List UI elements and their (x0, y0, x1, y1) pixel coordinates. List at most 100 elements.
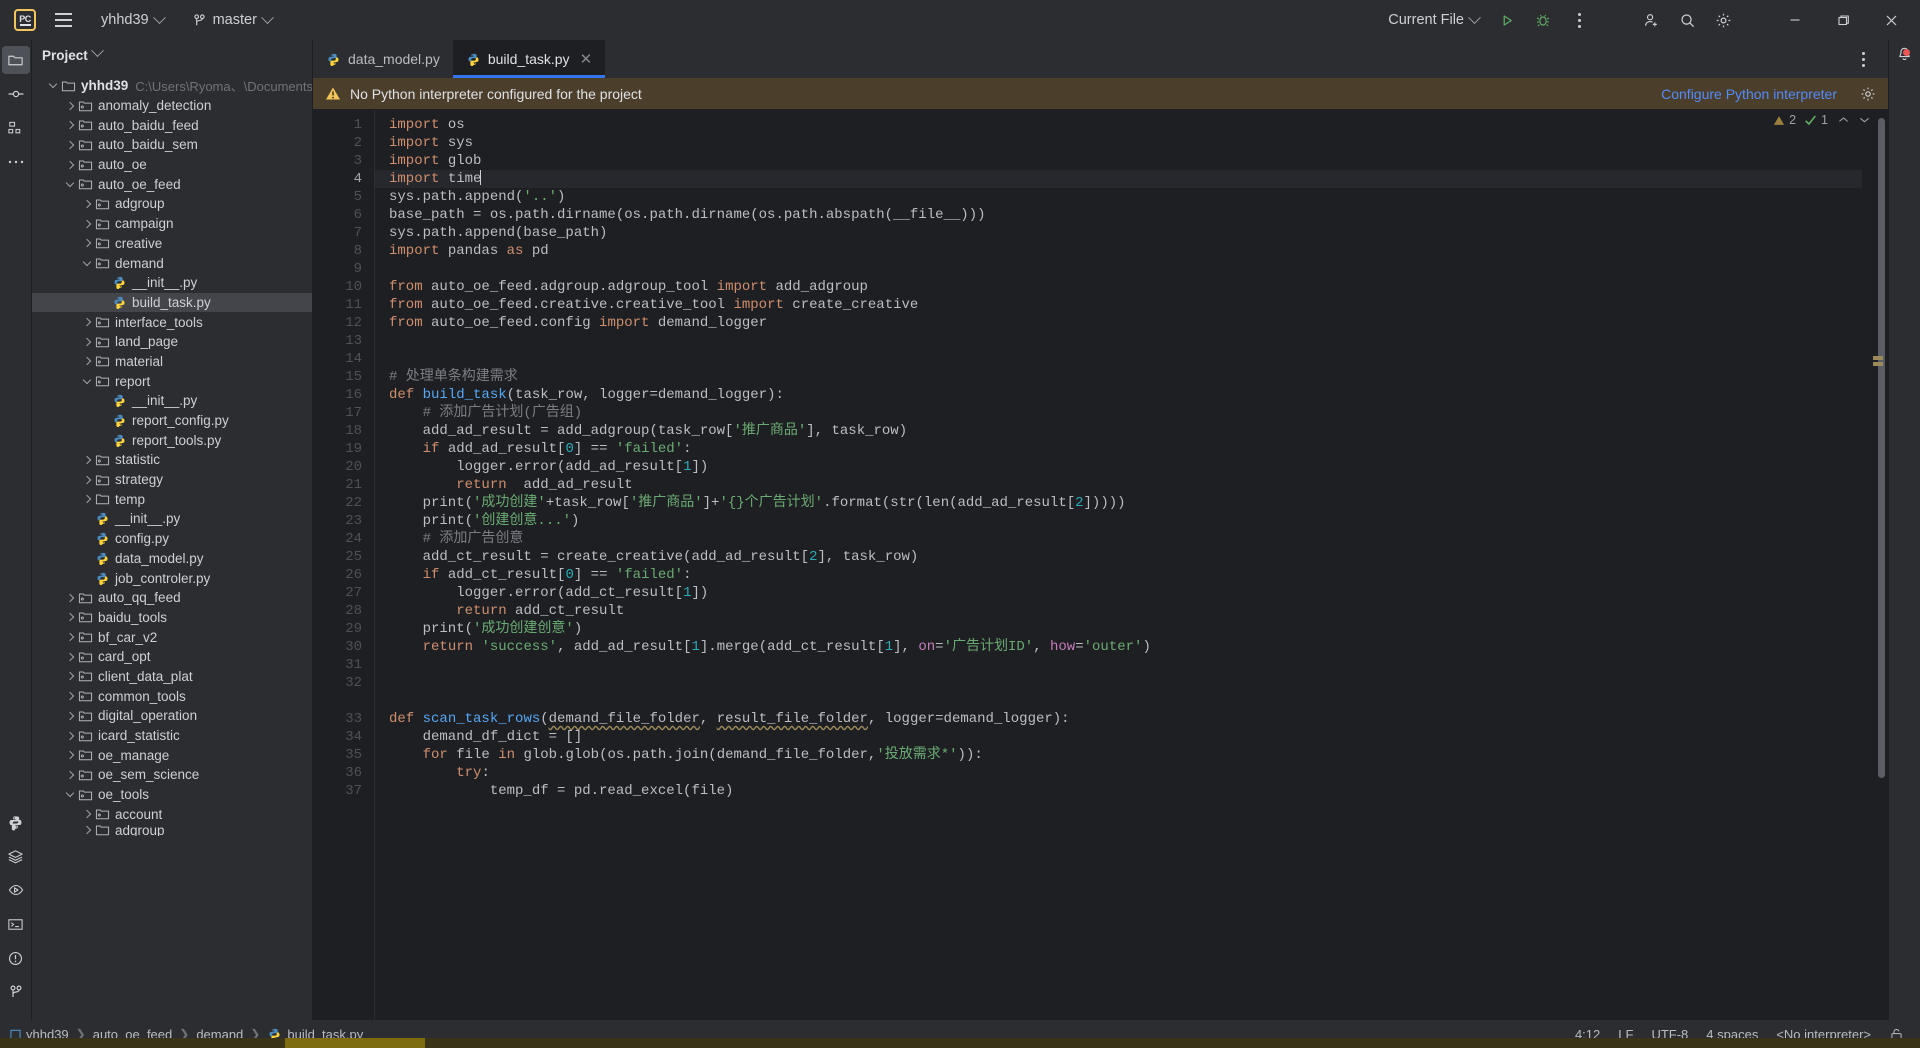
debug-button[interactable] (1526, 5, 1560, 35)
chevron-right-icon[interactable] (63, 750, 77, 760)
code-line[interactable]: print('成功创建'+task_row['推广商品']+'{}个广告计划'.… (375, 494, 1888, 512)
minimize-button[interactable] (1772, 0, 1818, 40)
line-number[interactable]: 24 (313, 530, 375, 548)
chevron-right-icon[interactable] (80, 495, 94, 504)
tree-item-interface_tools[interactable]: interface_tools (32, 312, 312, 332)
tree-item-digital_operation[interactable]: digital_operation (32, 706, 312, 726)
code-line[interactable]: print('创建创意...') (375, 512, 1888, 530)
code-line[interactable]: base_path = os.path.dirname(os.path.dirn… (375, 206, 1888, 224)
configure-interpreter-link[interactable]: Configure Python interpreter (1661, 86, 1837, 102)
chevron-down-icon[interactable] (63, 788, 77, 798)
run-button[interactable] (1490, 5, 1524, 35)
hamburger-menu-icon[interactable] (46, 3, 80, 37)
tree-item-__init__py[interactable]: __init__.py (32, 391, 312, 411)
close-tab-icon[interactable]: ✕ (580, 52, 593, 67)
code-line[interactable]: import time (375, 170, 1888, 188)
add-user-button[interactable] (1634, 5, 1668, 35)
tool-window-python-packages[interactable] (2, 808, 30, 836)
chevron-right-icon[interactable] (63, 691, 77, 701)
tree-item-build_taskpy[interactable]: build_task.py (32, 292, 312, 313)
code-line[interactable]: if add_ct_result[0] == 'failed': (375, 566, 1888, 584)
line-number[interactable]: 36 (313, 764, 375, 782)
inspection-marker[interactable] (1873, 356, 1883, 360)
chevron-right-icon[interactable] (80, 199, 94, 209)
line-number[interactable]: 15 (313, 368, 375, 386)
chevron-right-icon[interactable] (63, 613, 77, 622)
tree-item-icard_statistic[interactable]: icard_statistic (32, 726, 312, 746)
code-line[interactable]: print('成功创建创意') (375, 620, 1888, 638)
project-selector[interactable]: yhhd39 (92, 7, 173, 33)
tree-item-temp[interactable]: temp (32, 489, 312, 509)
code-line[interactable]: # 添加广告创意 (375, 530, 1888, 548)
editor-options-button[interactable] (1846, 44, 1880, 74)
code-line[interactable]: for file in glob.glob(os.path.join(deman… (375, 746, 1888, 764)
code-line[interactable]: demand_df_dict = [] (375, 728, 1888, 746)
line-number[interactable]: 17 (313, 404, 375, 422)
line-number[interactable]: 33 (313, 710, 375, 728)
line-number-gutter[interactable]: 1 2 3 4 5 6 7 8 9 10 11 12 13 14 15 16 17 18 19 20 21 22 23 24 2… (313, 110, 375, 1020)
tree-item-oe_manage[interactable]: oe_manage (32, 745, 312, 765)
tree-item-creative[interactable]: creative (32, 234, 312, 254)
line-number[interactable]: 23 (313, 512, 375, 530)
line-number[interactable]: 2 (313, 134, 375, 152)
chevron-right-icon[interactable] (80, 810, 94, 819)
chevron-right-icon[interactable] (63, 120, 77, 130)
line-number[interactable]: 1 (313, 116, 375, 134)
tree-item-common_tools[interactable]: common_tools (32, 686, 312, 706)
code-line[interactable]: import os (375, 116, 1888, 134)
line-number[interactable]: 20 (313, 458, 375, 476)
tool-window-structure[interactable] (2, 114, 30, 142)
code-line[interactable]: logger.error(add_ct_result[1]) (375, 584, 1888, 602)
project-tree[interactable]: yhhd39 C:\Users\Ryoma、\Documents\pyt anoma… (32, 70, 312, 1020)
chevron-right-icon[interactable] (80, 825, 94, 835)
code-line[interactable]: temp_df = pd.read_excel(file) (375, 782, 1888, 800)
chevron-right-icon[interactable] (63, 770, 77, 780)
branch-selector[interactable]: master (183, 7, 281, 33)
chevron-down-icon[interactable] (63, 178, 77, 188)
line-number[interactable]: 22 (313, 494, 375, 512)
chevron-right-icon[interactable] (80, 239, 94, 248)
chevron-right-icon[interactable] (80, 455, 94, 465)
line-number[interactable]: 18 (313, 422, 375, 440)
tree-item-material[interactable]: material (32, 352, 312, 372)
tree-item-configpy[interactable]: config.py (32, 529, 312, 549)
chevron-right-icon[interactable] (63, 652, 77, 662)
code-line[interactable]: return 'success', add_ad_result[1].merge… (375, 638, 1888, 656)
line-number[interactable]: 31 (313, 656, 375, 674)
inspection-prev-button[interactable] (1838, 116, 1849, 124)
tool-window-database[interactable] (2, 842, 30, 870)
code-line[interactable]: def scan_task_rows(demand_file_folder, r… (375, 710, 1888, 728)
chevron-down-icon[interactable] (80, 257, 94, 266)
code-editor[interactable]: 1 2 3 4 5 6 7 8 9 10 11 12 13 14 15 16 17 18 19 20 21 22 23 24 2… (313, 110, 1888, 1020)
code-line[interactable] (375, 656, 1888, 674)
code-line[interactable]: from auto_oe_feed.adgroup.adgroup_tool i… (375, 278, 1888, 296)
line-number[interactable]: 27 (313, 584, 375, 602)
tree-item-auto_baidu_sem[interactable]: auto_baidu_sem (32, 135, 312, 155)
chevron-right-icon[interactable] (63, 632, 77, 642)
chevron-right-icon[interactable] (80, 317, 94, 327)
chevron-right-icon[interactable] (80, 357, 94, 366)
inspection-next-button[interactable] (1859, 116, 1870, 124)
code-line[interactable]: sys.path.append(base_path) (375, 224, 1888, 242)
project-panel-header[interactable]: Project (32, 40, 312, 70)
tree-item-client_data_plat[interactable]: client_data_plat (32, 667, 312, 687)
code-line[interactable] (375, 332, 1888, 350)
inspection-scrollbar[interactable] (1862, 110, 1888, 1020)
tree-item-adgroup[interactable]: adgroup (32, 824, 312, 836)
tool-window-git[interactable] (2, 978, 30, 1006)
tree-item-report_toolspy[interactable]: report_tools.py (32, 430, 312, 450)
code-line[interactable]: return add_ad_result (375, 476, 1888, 494)
line-number[interactable]: 11 (313, 296, 375, 314)
code-line[interactable]: add_ad_result = add_adgroup(task_row['推广… (375, 422, 1888, 440)
run-configuration-selector[interactable]: Current File (1379, 7, 1488, 33)
line-number[interactable]: 9 (313, 260, 375, 278)
line-number[interactable]: 26 (313, 566, 375, 584)
tool-window-terminal[interactable] (2, 910, 30, 938)
tree-item-statistic[interactable]: statistic (32, 450, 312, 470)
code-line[interactable]: sys.path.append('..') (375, 188, 1888, 206)
tool-window-problems[interactable] (2, 944, 30, 972)
line-number[interactable]: 8 (313, 242, 375, 260)
tool-window-run[interactable] (2, 876, 30, 904)
line-number[interactable]: 21 (313, 476, 375, 494)
chevron-down-icon[interactable] (80, 375, 94, 384)
